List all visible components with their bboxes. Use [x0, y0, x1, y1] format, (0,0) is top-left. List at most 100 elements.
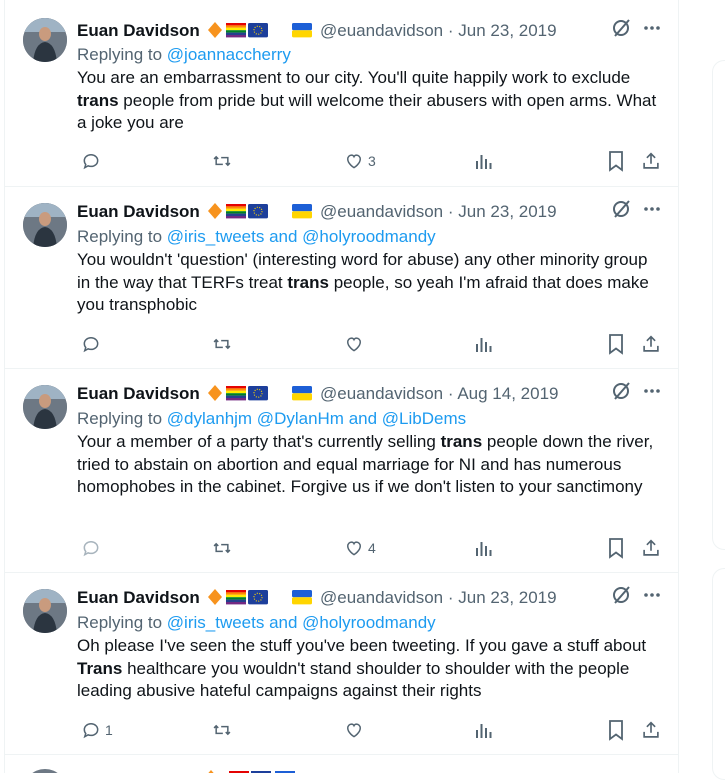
rainbow-flag-icon [225, 23, 246, 38]
bookmark-button[interactable] [607, 332, 625, 356]
author-name[interactable]: Euan Davidson [77, 21, 200, 40]
reply-button[interactable]: 1 [81, 718, 113, 742]
heart-icon [346, 723, 362, 738]
grok-slash-icon[interactable] [610, 381, 632, 407]
share-button[interactable] [640, 149, 662, 173]
replying-to-label: Replying to [77, 613, 163, 632]
tweet-date[interactable]: · Jun 23, 2019 [448, 588, 557, 607]
tweet-header: Euan Davidson @euandavidson · Jun 23, 20… [77, 585, 662, 612]
tweet-date[interactable]: · Jun 23, 2019 [448, 202, 557, 221]
views-button[interactable] [475, 332, 493, 356]
bookmark-button[interactable] [607, 718, 625, 742]
like-button[interactable] [344, 332, 368, 356]
replying-to: Replying to @joannaccherry [77, 44, 291, 66]
grok-slash-icon[interactable] [610, 585, 632, 611]
like-count: 3 [368, 153, 376, 169]
share-button[interactable] [640, 536, 662, 560]
more-dots-icon[interactable] [642, 585, 662, 611]
views-button[interactable] [475, 149, 493, 173]
profile-badges [207, 202, 283, 226]
replying-to-label: Replying to [77, 45, 163, 64]
share-button[interactable] [640, 332, 662, 356]
reply-bubble-icon [83, 336, 99, 353]
next-tweet-partial[interactable] [5, 755, 678, 773]
reply-button[interactable] [81, 332, 105, 356]
tweet-1[interactable]: Euan Davidson @euandavidson · Jun 23, 20… [5, 0, 678, 187]
tweet-actions: 1 [77, 718, 667, 742]
orange-diamond-icon [207, 385, 222, 401]
retweet-button[interactable] [211, 332, 233, 356]
like-count: 4 [368, 540, 376, 556]
profile-badges [207, 384, 283, 408]
tweet-header: Euan Davidson @euandavidson · Aug 14, 20… [77, 381, 662, 408]
author-name[interactable]: Euan Davidson [77, 202, 200, 221]
share-upload-icon [643, 152, 659, 169]
share-upload-icon [643, 539, 659, 556]
tweet-date[interactable]: · Jun 23, 2019 [448, 21, 557, 40]
analytics-bars-icon [476, 155, 492, 169]
replying-to-label: Replying to [77, 227, 163, 246]
retweet-button[interactable] [211, 718, 233, 742]
profile-badges [207, 21, 283, 45]
avatar[interactable] [23, 18, 67, 62]
reply-count: 1 [105, 722, 113, 738]
reply-mentions-link[interactable]: @joannaccherry [167, 45, 291, 64]
avatar[interactable] [23, 203, 67, 247]
bookmark-button[interactable] [607, 536, 625, 560]
author-name[interactable]: Euan Davidson [77, 588, 200, 607]
author-handle[interactable]: @euandavidson [320, 588, 443, 607]
ukraine-flag-icon [291, 21, 313, 45]
ukraine-flag-icon [291, 588, 313, 612]
tweet-header: Euan Davidson @euandavidson · Jun 23, 20… [77, 199, 662, 226]
replying-to: Replying to @dylanhjm @DylanHm and @LibD… [77, 408, 466, 430]
tweet-2[interactable]: Euan Davidson @euandavidson · Jun 23, 20… [5, 187, 678, 369]
avatar[interactable] [23, 385, 67, 429]
reply-mentions-link[interactable]: @dylanhjm @DylanHm and @LibDems [167, 409, 466, 428]
grok-slash-icon[interactable] [610, 199, 632, 225]
sidebar-panel-edge [712, 60, 725, 550]
grok-slash-icon[interactable] [610, 18, 632, 44]
more-dots-icon[interactable] [642, 18, 662, 44]
eu-flag-icon [247, 204, 268, 219]
reply-mentions-link[interactable]: @iris_tweets and @holyroodmandy [167, 227, 436, 246]
share-button[interactable] [640, 718, 662, 742]
retweet-icon [213, 338, 231, 350]
author-handle[interactable]: @euandavidson [320, 21, 443, 40]
author-handle[interactable]: @euandavidson [320, 384, 443, 403]
tweet-actions: 3 [77, 149, 667, 173]
author-handle[interactable]: @euandavidson [320, 202, 443, 221]
tweet-4[interactable]: Euan Davidson @euandavidson · Jun 23, 20… [5, 573, 678, 755]
reply-button[interactable] [81, 149, 105, 173]
tweet-3[interactable]: Euan Davidson @euandavidson · Aug 14, 20… [5, 369, 678, 573]
rainbow-flag-icon [225, 386, 246, 401]
analytics-bars-icon [476, 542, 492, 556]
tweet-actions [77, 332, 667, 356]
orange-diamond-icon [207, 22, 222, 38]
like-button[interactable]: 3 [344, 149, 376, 173]
reply-mentions-link[interactable]: @iris_tweets and @holyroodmandy [167, 613, 436, 632]
like-button[interactable] [344, 718, 368, 742]
views-button[interactable] [475, 718, 493, 742]
more-dots-icon[interactable] [642, 381, 662, 407]
retweet-button[interactable] [211, 149, 233, 173]
avatar[interactable] [23, 589, 67, 633]
tweet-text: You wouldn't 'question' (interesting wor… [77, 250, 649, 315]
profile-badges [208, 770, 295, 773]
bookmark-button[interactable] [607, 149, 625, 173]
ukraine-flag-icon [291, 384, 313, 408]
eu-flag-icon [247, 590, 268, 605]
tweet-date[interactable]: · Aug 14, 2019 [448, 384, 559, 403]
author-name[interactable]: Euan Davidson [77, 384, 200, 403]
avatar[interactable] [23, 769, 67, 773]
analytics-bars-icon [476, 724, 492, 738]
bookmark-icon [609, 151, 623, 172]
retweet-icon [213, 724, 231, 736]
views-button[interactable] [475, 536, 493, 560]
like-button[interactable]: 4 [344, 536, 376, 560]
sidebar-panel-edge [712, 568, 725, 780]
more-dots-icon[interactable] [642, 199, 662, 225]
tweet-text: Your a member of a party that's currentl… [77, 432, 654, 497]
reply-button[interactable] [81, 536, 105, 560]
retweet-button[interactable] [211, 536, 233, 560]
share-upload-icon [643, 721, 659, 738]
